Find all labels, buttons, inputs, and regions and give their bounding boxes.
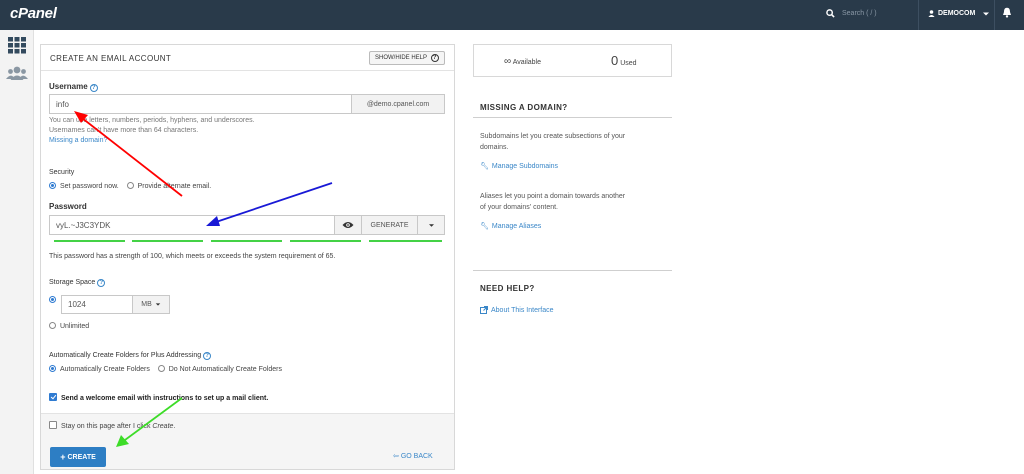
strength-segment xyxy=(290,240,361,242)
help-button-label: SHOW/HIDE HELP xyxy=(375,55,427,61)
need-help-heading: NEED HELP? xyxy=(480,284,535,293)
manage-subdomains-label: Manage Subdomains xyxy=(491,162,559,170)
divider xyxy=(473,117,672,118)
radio-storage-limited[interactable] xyxy=(49,296,56,303)
about-interface-label: About This Interface xyxy=(491,306,554,314)
storage-unit-dropdown[interactable]: MB xyxy=(132,295,170,314)
radio-storage-unlimited[interactable] xyxy=(49,322,56,329)
strength-segment xyxy=(54,240,125,242)
storage-help-icon[interactable]: ? xyxy=(97,279,106,287)
username-label: Username? xyxy=(49,82,98,92)
storage-unit: MB xyxy=(141,301,152,308)
panel-title: CREATE AN EMAIL ACCOUNT xyxy=(50,54,172,63)
set-password-label: Set password now. xyxy=(59,183,119,190)
manage-aliases-label: Manage Aliases xyxy=(491,222,542,230)
show-password-button[interactable] xyxy=(334,215,362,235)
external-link-icon xyxy=(480,306,488,314)
strength-segment xyxy=(132,240,203,242)
user-name: DEMOCOM xyxy=(938,10,976,17)
manage-subdomains-link[interactable]: 🔧︎ Manage Subdomains xyxy=(480,162,559,171)
account-stats: ∞ Available 0 Used xyxy=(473,44,672,77)
create-button[interactable]: + CREATE xyxy=(50,447,106,467)
cpanel-logo[interactable]: cPanel xyxy=(10,5,57,22)
plus-addressing-label: Automatically Create Folders for Plus Ad… xyxy=(49,352,212,360)
security-options: Set password now. Provide alternate emai… xyxy=(49,182,211,190)
domain-addon[interactable]: @demo.cpanel.com xyxy=(351,94,445,114)
generate-options-button[interactable] xyxy=(417,215,445,235)
create-label: CREATE xyxy=(67,453,96,461)
storage-value: 1024 xyxy=(68,300,86,309)
strength-segment xyxy=(369,240,442,242)
bell-icon[interactable] xyxy=(1002,7,1012,18)
stay-on-page-label: Stay on this page after I click Create. xyxy=(60,423,176,430)
grid-icon[interactable] xyxy=(6,37,28,55)
search-icon xyxy=(826,9,835,18)
auto-folders-label: Automatically Create Folders xyxy=(59,366,150,373)
radio-alternate-email[interactable] xyxy=(126,182,134,189)
show-hide-help-button[interactable]: SHOW/HIDE HELP ? xyxy=(369,51,445,65)
manage-aliases-link[interactable]: 🔧︎ Manage Aliases xyxy=(480,222,542,231)
user-icon xyxy=(928,10,935,17)
alternate-email-label: Provide alternate email. xyxy=(137,183,212,190)
go-back-link[interactable]: ⇦ GO BACK xyxy=(393,452,433,460)
username-help-text: You can use letters, numbers, periods, h… xyxy=(49,117,255,134)
caret-down-icon xyxy=(155,303,160,306)
subdomains-text: Subdomains let you create subsections of… xyxy=(480,133,626,151)
eye-icon xyxy=(342,222,354,228)
question-icon: ? xyxy=(430,54,439,62)
create-email-panel: CREATE AN EMAIL ACCOUNT SHOW/HIDE HELP ?… xyxy=(40,44,455,470)
topbar-divider xyxy=(994,0,995,30)
users-icon[interactable] xyxy=(6,65,28,83)
welcome-email-option: Send a welcome email with instructions t… xyxy=(49,393,268,402)
username-input[interactable]: info xyxy=(49,94,352,114)
left-rail xyxy=(0,30,34,474)
password-strength-text: This password has a strength of 100, whi… xyxy=(49,253,336,260)
missing-domain-heading: MISSING A DOMAIN? xyxy=(480,103,568,112)
caret-down-icon xyxy=(983,12,990,15)
storage-input[interactable]: 1024 xyxy=(61,295,133,314)
used-stat: 0 Used xyxy=(611,53,637,68)
stay-on-page-option: Stay on this page after I click Create. xyxy=(49,421,175,430)
search-placeholder: Search ( / ) xyxy=(842,10,877,17)
generate-button[interactable]: GENERATE xyxy=(361,215,418,235)
stay-on-page-checkbox[interactable] xyxy=(49,421,57,429)
caret-down-icon xyxy=(428,223,434,227)
available-stat: ∞ Available xyxy=(504,56,541,67)
divider xyxy=(473,270,672,271)
radio-no-auto-folders[interactable] xyxy=(157,365,165,372)
unlimited-label: Unlimited xyxy=(59,323,90,330)
password-label: Password xyxy=(49,202,87,211)
panel-header: CREATE AN EMAIL ACCOUNT SHOW/HIDE HELP ? xyxy=(41,45,454,71)
arrow-left-icon: ⇦ xyxy=(393,453,399,460)
security-label: Security xyxy=(49,169,75,176)
username-help-icon[interactable]: ? xyxy=(89,84,98,92)
plus-addressing-help-icon[interactable]: ? xyxy=(203,352,212,360)
radio-auto-folders[interactable] xyxy=(49,365,56,372)
welcome-email-checkbox[interactable] xyxy=(49,393,57,401)
top-bar: cPanel Search ( / ) DEMOCOM xyxy=(0,0,1024,30)
wrench-icon: 🔧︎ xyxy=(480,163,489,170)
missing-domain-link[interactable]: Missing a domain? xyxy=(49,137,107,144)
plus-addressing-options: Automatically Create Folders Do Not Auto… xyxy=(49,365,282,373)
username-value: info xyxy=(56,99,69,109)
no-auto-folders-label: Do Not Automatically Create Folders xyxy=(168,366,282,373)
wrench-icon: 🔧︎ xyxy=(480,223,489,230)
topbar-divider xyxy=(918,0,919,30)
storage-unlimited-option: Unlimited xyxy=(49,322,89,330)
go-back-label: GO BACK xyxy=(400,453,433,460)
aliases-text: Aliases let you point a domain towards a… xyxy=(480,193,626,211)
radio-set-password[interactable] xyxy=(49,182,56,189)
storage-label: Storage Space? xyxy=(49,279,106,287)
plus-icon: + xyxy=(60,452,66,462)
welcome-email-label: Send a welcome email with instructions t… xyxy=(60,395,269,402)
about-interface-link[interactable]: About This Interface xyxy=(480,306,554,314)
user-menu[interactable]: DEMOCOM xyxy=(928,10,990,17)
password-value: vyL.~J3C3YDK xyxy=(56,220,111,230)
strength-segment xyxy=(211,240,282,242)
password-input[interactable]: vyL.~J3C3YDK xyxy=(49,215,335,235)
search-box[interactable]: Search ( / ) xyxy=(826,9,877,18)
